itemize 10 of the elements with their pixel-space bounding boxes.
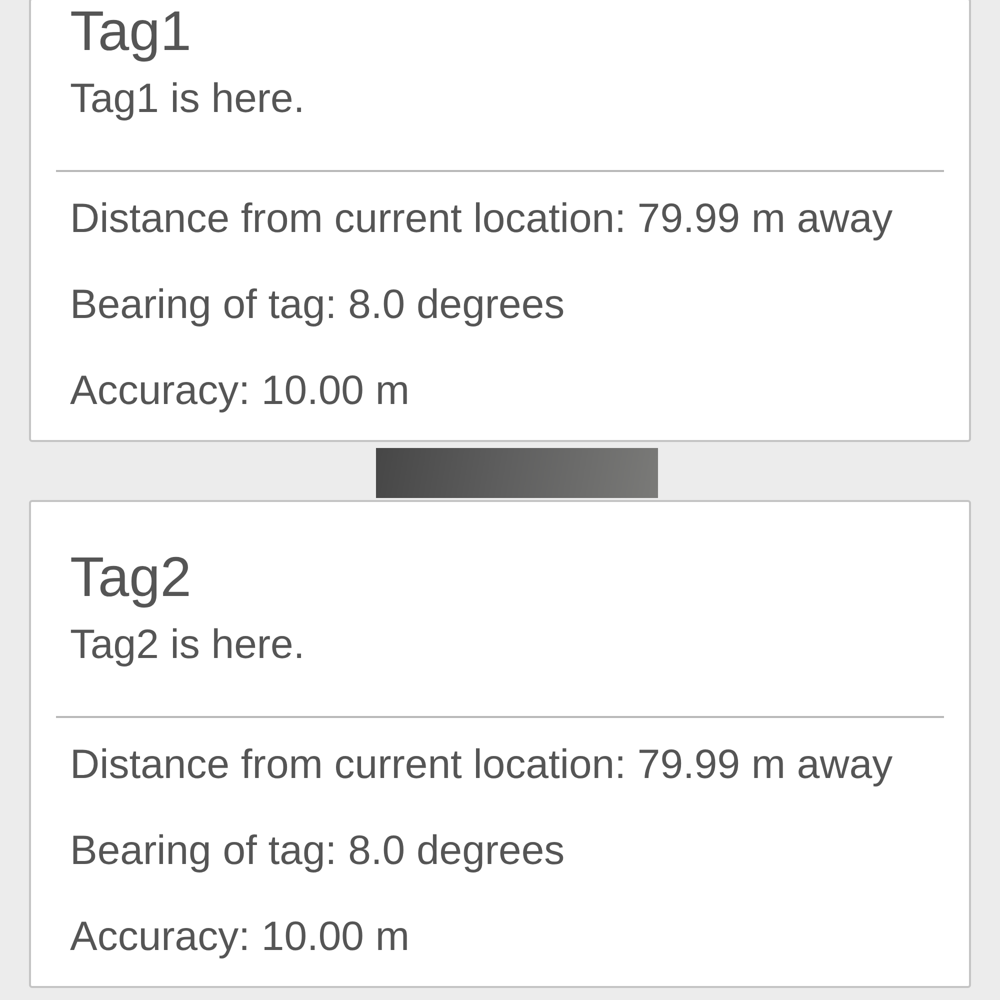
- card-description: Tag1 is here.: [70, 74, 306, 122]
- detail-text: Accuracy: 10.00 m: [70, 912, 411, 960]
- detail-text: Distance from current location: 79.99 m away: [70, 194, 894, 242]
- detail-text: Accuracy: 10.00 m: [70, 366, 411, 414]
- detail-text: Bearing of tag: 8.0 degrees: [70, 826, 566, 874]
- card-description: Tag2 is here.: [70, 620, 306, 668]
- card-title: Tag1: [70, 0, 192, 62]
- detail-text: Distance from current location: 79.99 m away: [70, 740, 894, 788]
- detail-text: Bearing of tag: 8.0 degrees: [70, 280, 566, 328]
- card-title: Tag2: [70, 546, 192, 608]
